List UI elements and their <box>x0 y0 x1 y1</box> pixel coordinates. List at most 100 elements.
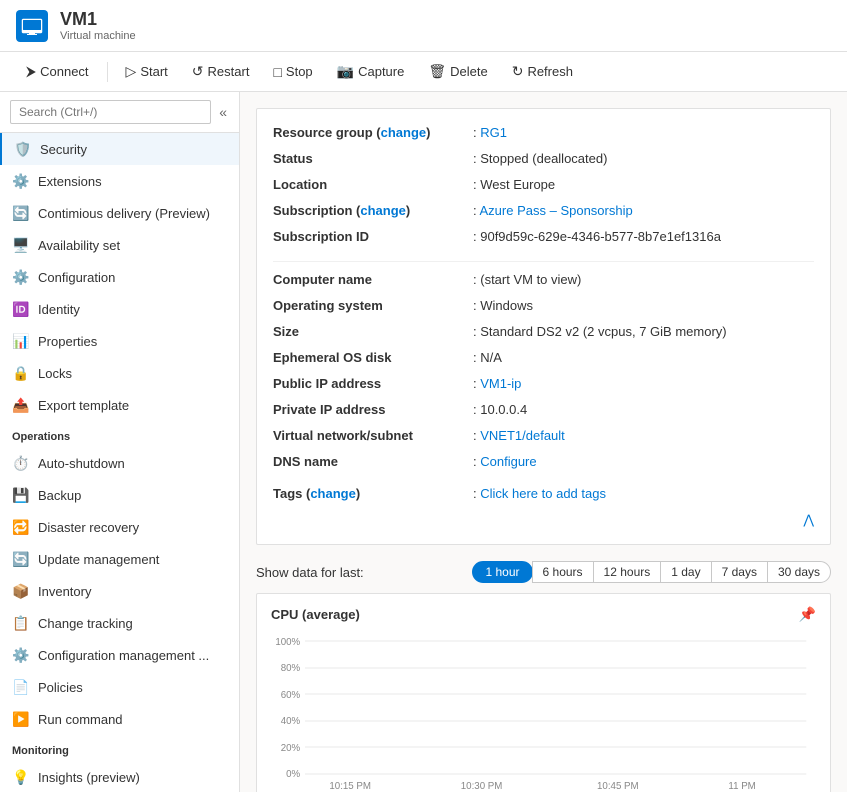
collapse-sidebar-button[interactable]: « <box>217 102 229 122</box>
sidebar-item-extensions-label: Extensions <box>38 174 102 189</box>
sidebar-item-config-management[interactable]: ⚙️ Configuration management ... <box>0 639 239 671</box>
subscription-row: Subscription (change) : Azure Pass – Spo… <box>273 203 814 225</box>
vm-header: VM1 Virtual machine <box>0 0 847 52</box>
sidebar-item-inventory[interactable]: 📦 Inventory <box>0 575 239 607</box>
subscription-id-value: : 90f9d59c-629e-4346-b577-8b7e1ef1316a <box>473 229 721 244</box>
os-label: Operating system <box>273 298 473 313</box>
sidebar-item-change-tracking[interactable]: 📋 Change tracking <box>0 607 239 639</box>
sidebar-item-extensions[interactable]: ⚙️ Extensions <box>0 165 239 197</box>
vm-name: VM1 <box>60 9 136 31</box>
sidebar-item-update-management[interactable]: 🔄 Update management <box>0 543 239 575</box>
sidebar-item-policies[interactable]: 📄 Policies <box>0 671 239 703</box>
policies-icon: 📄 <box>12 678 30 696</box>
delete-button[interactable]: 🗑 Delete <box>418 58 497 85</box>
insights-icon: 💡 <box>12 768 30 786</box>
connect-icon: ⮞ <box>26 63 36 80</box>
capture-label: Capture <box>358 64 404 79</box>
subscription-id-row: Subscription ID : 90f9d59c-629e-4346-b57… <box>273 229 814 251</box>
sidebar-item-props-label: Properties <box>38 334 97 349</box>
config-mgmt-icon: ⚙️ <box>12 646 30 664</box>
collapse-info-button[interactable]: ⋀ <box>273 512 814 528</box>
time-btn-12hours[interactable]: 12 hours <box>593 561 662 583</box>
sidebar-item-backup[interactable]: 💾 Backup <box>0 479 239 511</box>
cpu-pin-icon[interactable]: 📌 <box>799 606 816 623</box>
info-divider-1 <box>273 261 814 262</box>
time-btn-1hour[interactable]: 1 hour <box>472 561 532 583</box>
connect-label: Connect <box>40 64 88 79</box>
sidebar: « 🛡️ Security ⚙️ Extensions 🔄 Contimious… <box>0 92 240 792</box>
subscription-change-link[interactable]: change <box>360 203 406 218</box>
subscription-link[interactable]: Azure Pass – Sponsorship <box>480 203 633 218</box>
time-btn-1day[interactable]: 1 day <box>660 561 711 583</box>
sidebar-item-export-template[interactable]: 📤 Export template <box>0 389 239 421</box>
sidebar-item-identity[interactable]: 🆔 Identity <box>0 293 239 325</box>
stop-button[interactable]: □ Stop <box>263 59 322 85</box>
change-tracking-icon: 📋 <box>12 614 30 632</box>
sidebar-item-locks-label: Locks <box>38 366 72 381</box>
restart-label: Restart <box>208 64 250 79</box>
connect-button[interactable]: ⮞ Connect <box>16 58 99 85</box>
vnet-link[interactable]: VNET1/default <box>480 428 565 443</box>
resource-group-link[interactable]: RG1 <box>480 125 507 140</box>
time-btn-30days[interactable]: 30 days <box>767 561 831 583</box>
sidebar-item-availability-set[interactable]: 🖥️ Availability set <box>0 229 239 261</box>
configuration-icon: ⚙️ <box>12 268 30 286</box>
sidebar-scroll: 🛡️ Security ⚙️ Extensions 🔄 Contimious d… <box>0 133 239 792</box>
dns-link[interactable]: Configure <box>480 454 536 469</box>
svg-text:80%: 80% <box>281 663 301 674</box>
tags-change-link[interactable]: change <box>310 486 356 501</box>
svg-text:60%: 60% <box>281 690 301 701</box>
dns-label: DNS name <box>273 454 473 469</box>
restart-icon: ↺ <box>192 63 204 80</box>
status-label: Status <box>273 151 473 166</box>
sidebar-item-properties[interactable]: 📊 Properties <box>0 325 239 357</box>
capture-button[interactable]: 📷 Capture <box>327 58 415 85</box>
search-input[interactable] <box>10 100 211 124</box>
sidebar-search-area: « <box>0 92 239 133</box>
sidebar-item-run-command[interactable]: ▶️ Run command <box>0 703 239 735</box>
vm-title-block: VM1 Virtual machine <box>60 9 136 43</box>
public-ip-label: Public IP address <box>273 376 473 391</box>
sidebar-item-identity-label: Identity <box>38 302 80 317</box>
locks-icon: 🔒 <box>12 364 30 382</box>
sidebar-item-disaster-recovery[interactable]: 🔁 Disaster recovery <box>0 511 239 543</box>
sidebar-item-cm-label: Configuration management ... <box>38 648 209 663</box>
sidebar-item-backup-label: Backup <box>38 488 81 503</box>
extensions-icon: ⚙️ <box>12 172 30 190</box>
start-button[interactable]: ▷ Start <box>116 58 178 85</box>
time-btn-7days[interactable]: 7 days <box>711 561 768 583</box>
svg-text:100%: 100% <box>275 637 300 648</box>
sidebar-item-configuration[interactable]: ⚙️ Configuration <box>0 261 239 293</box>
sidebar-item-inventory-label: Inventory <box>38 584 91 599</box>
sidebar-item-security-label: Security <box>40 142 87 157</box>
sidebar-item-insights-label: Insights (preview) <box>38 770 140 785</box>
auto-shutdown-icon: ⏱️ <box>12 454 30 472</box>
restart-button[interactable]: ↺ Restart <box>182 58 260 85</box>
show-data-label: Show data for last: <box>256 565 364 580</box>
sidebar-item-policies-label: Policies <box>38 680 83 695</box>
refresh-button[interactable]: ↻ Refresh <box>502 58 583 85</box>
sidebar-item-security[interactable]: 🛡️ Security <box>0 133 239 165</box>
resource-group-change-link[interactable]: change <box>381 125 427 140</box>
public-ip-link[interactable]: VM1-ip <box>480 376 521 391</box>
sidebar-item-insights[interactable]: 💡 Insights (preview) <box>0 761 239 792</box>
computer-name-label: Computer name <box>273 272 473 287</box>
size-value: : Standard DS2 v2 (2 vcpus, 7 GiB memory… <box>473 324 727 339</box>
resource-group-row: Resource group (change) : RG1 <box>273 125 814 147</box>
private-ip-value: : 10.0.0.4 <box>473 402 527 417</box>
sidebar-item-rc-label: Run command <box>38 712 123 727</box>
tags-label: Tags (change) <box>273 486 473 501</box>
sidebar-item-locks[interactable]: 🔒 Locks <box>0 357 239 389</box>
time-btn-6hours[interactable]: 6 hours <box>532 561 594 583</box>
public-ip-value: : VM1-ip <box>473 376 521 391</box>
tags-add-link[interactable]: Click here to add tags <box>480 486 606 501</box>
sidebar-item-continuous-delivery[interactable]: 🔄 Contimious delivery (Preview) <box>0 197 239 229</box>
subscription-id-label: Subscription ID <box>273 229 473 244</box>
refresh-label: Refresh <box>527 64 573 79</box>
sidebar-item-auto-shutdown[interactable]: ⏱️ Auto-shutdown <box>0 447 239 479</box>
svg-text:20%: 20% <box>281 743 301 754</box>
export-template-icon: 📤 <box>12 396 30 414</box>
public-ip-row: Public IP address : VM1-ip <box>273 376 814 398</box>
backup-icon: 💾 <box>12 486 30 504</box>
sidebar-item-ct-label: Change tracking <box>38 616 133 631</box>
